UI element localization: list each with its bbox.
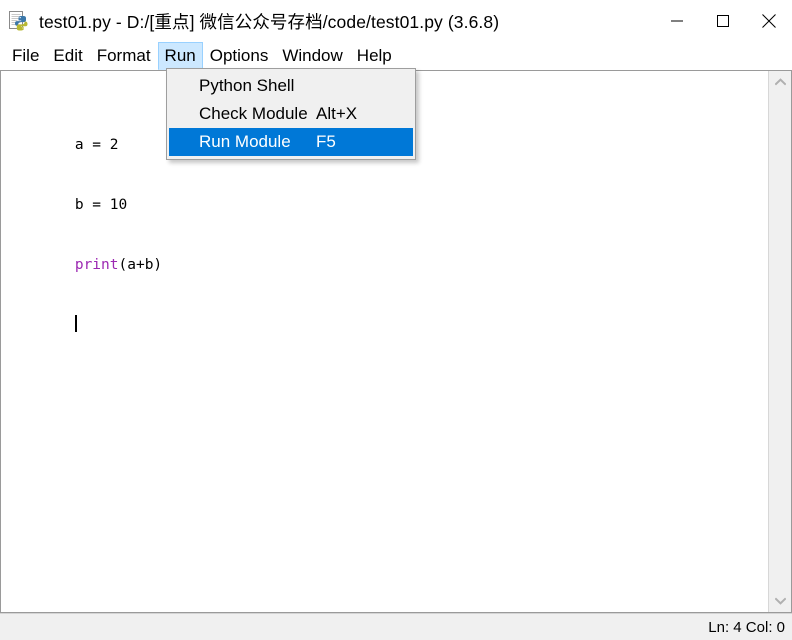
menu-item-label: Options bbox=[209, 46, 269, 65]
python-file-icon bbox=[8, 10, 30, 32]
code-token: (a+b) bbox=[118, 257, 163, 273]
menu-option-label: Run Module bbox=[199, 132, 291, 151]
menu-bar: File Edit Format Run Options Window Help bbox=[0, 42, 792, 70]
menu-item-edit[interactable]: Edit bbox=[46, 42, 89, 70]
menu-item-format[interactable]: Format bbox=[90, 42, 158, 70]
menu-option-run-module[interactable]: Run Module F5 bbox=[169, 128, 413, 156]
maximize-button[interactable] bbox=[700, 0, 746, 42]
menu-item-label: File bbox=[12, 46, 40, 65]
menu-item-label: Help bbox=[356, 46, 392, 65]
menu-option-python-shell[interactable]: Python Shell bbox=[169, 72, 413, 100]
menu-item-file[interactable]: File bbox=[5, 42, 46, 70]
run-dropdown-menu: Python Shell Check Module Alt+X Run Modu… bbox=[166, 68, 416, 160]
title-bar: test01.py - D:/[重点] 微信公众号存档/code/test01.… bbox=[0, 0, 792, 42]
menu-option-accelerator: F5 bbox=[316, 132, 336, 151]
menu-option-check-module[interactable]: Check Module Alt+X bbox=[169, 100, 413, 128]
code-token: a = 2 bbox=[74, 137, 119, 153]
idle-editor-window: test01.py - D:/[重点] 微信公众号存档/code/test01.… bbox=[0, 0, 792, 640]
code-token: b = 10 bbox=[74, 197, 128, 213]
menu-item-window[interactable]: Window bbox=[275, 42, 349, 70]
vertical-scrollbar[interactable] bbox=[768, 71, 791, 612]
menu-option-accelerator: Alt+X bbox=[316, 104, 358, 123]
text-caret bbox=[74, 315, 77, 332]
chevron-up-icon[interactable] bbox=[769, 71, 792, 93]
status-bar: Ln: 4 Col: 0 bbox=[0, 613, 792, 640]
menu-item-label: Run bbox=[164, 46, 196, 65]
scrollbar-track[interactable] bbox=[769, 93, 792, 590]
menu-item-label: Edit bbox=[53, 46, 83, 65]
menu-item-run[interactable]: Run bbox=[157, 42, 203, 70]
menu-item-label: Window bbox=[282, 46, 343, 65]
code-line-caret bbox=[5, 295, 768, 332]
code-line: print(a+b) bbox=[5, 235, 768, 273]
chevron-down-icon[interactable] bbox=[769, 590, 792, 612]
menu-item-label: Format bbox=[96, 46, 151, 65]
window-controls bbox=[654, 0, 792, 42]
menu-item-options[interactable]: Options bbox=[203, 42, 276, 70]
menu-option-label: Check Module bbox=[199, 104, 308, 123]
cursor-position-status: Ln: 4 Col: 0 bbox=[708, 618, 785, 636]
menu-item-help[interactable]: Help bbox=[350, 42, 399, 70]
code-line: b = 10 bbox=[5, 175, 768, 213]
code-token-keyword: print bbox=[74, 257, 119, 273]
minimize-button[interactable] bbox=[654, 0, 700, 42]
close-button[interactable] bbox=[746, 0, 792, 42]
menu-option-label: Python Shell bbox=[199, 76, 295, 95]
window-title: test01.py - D:/[重点] 微信公众号存档/code/test01.… bbox=[39, 11, 500, 32]
